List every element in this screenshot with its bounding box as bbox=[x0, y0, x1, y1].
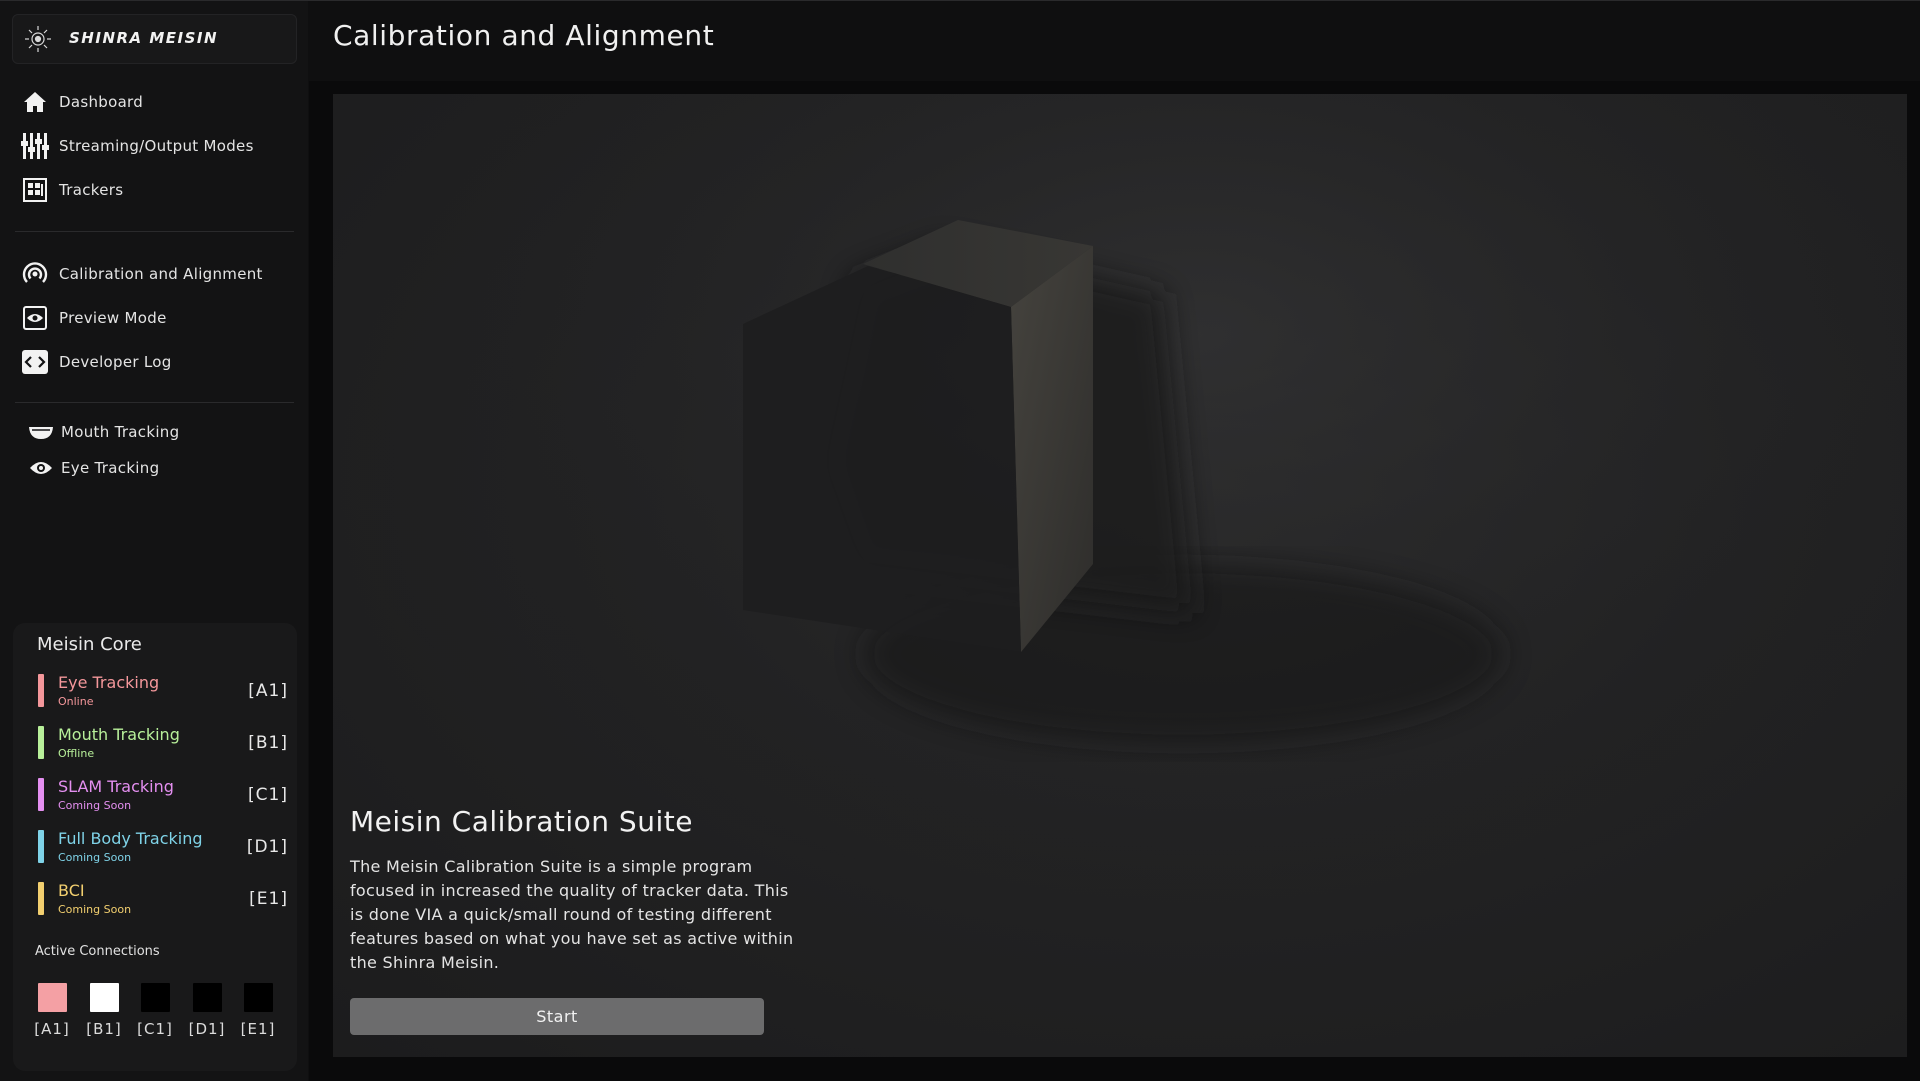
nav-divider bbox=[15, 402, 294, 403]
page-title: Calibration and Alignment bbox=[333, 19, 715, 52]
nav-developer-log[interactable]: Developer Log bbox=[20, 345, 172, 379]
tracker-name: Eye Tracking bbox=[58, 673, 160, 692]
connection-code: [A1] bbox=[34, 1020, 70, 1038]
core-row[interactable]: Eye Tracking Online [A1] bbox=[38, 673, 288, 713]
core-title: Meisin Core bbox=[37, 634, 142, 655]
target-icon bbox=[20, 259, 50, 289]
tracker-code: [D1] bbox=[246, 837, 288, 857]
nav-streaming-output-modes[interactable]: Streaming/Output Modes bbox=[20, 129, 254, 163]
core-row[interactable]: SLAM Tracking Coming Soon [C1] bbox=[38, 777, 288, 817]
nav-calibration-and-alignment[interactable]: Calibration and Alignment bbox=[20, 257, 263, 291]
suite-title: Meisin Calibration Suite bbox=[350, 805, 693, 838]
eye-box-icon bbox=[20, 303, 50, 333]
tracker-code: [E1] bbox=[249, 889, 288, 909]
start-button[interactable]: Start bbox=[350, 998, 764, 1035]
nav-label: Calibration and Alignment bbox=[59, 265, 263, 283]
connection-indicator: [D1] bbox=[187, 983, 227, 1038]
status-color-bar bbox=[38, 882, 44, 915]
connection-indicator: [E1] bbox=[238, 983, 278, 1038]
connection-swatch bbox=[192, 983, 222, 1012]
connection-indicator: [B1] bbox=[84, 983, 124, 1038]
tracker-status: Online bbox=[58, 695, 94, 708]
tracker-name: Mouth Tracking bbox=[58, 725, 180, 744]
connection-swatch bbox=[37, 983, 67, 1012]
home-icon bbox=[20, 87, 50, 117]
nav-mouth-tracking[interactable]: Mouth Tracking bbox=[27, 415, 179, 449]
nav-label: Dashboard bbox=[59, 93, 144, 111]
nav-label: Preview Mode bbox=[59, 309, 167, 327]
status-color-bar bbox=[38, 830, 44, 863]
status-color-bar bbox=[38, 778, 44, 811]
connection-swatch bbox=[140, 983, 170, 1012]
suite-description: The Meisin Calibration Suite is a simple… bbox=[350, 857, 794, 972]
core-row[interactable]: Mouth Tracking Offline [B1] bbox=[38, 725, 288, 765]
nav-eye-tracking[interactable]: Eye Tracking bbox=[27, 451, 159, 485]
tracker-status: Offline bbox=[58, 747, 95, 760]
nav-label: Trackers bbox=[59, 181, 124, 199]
sidebar: SHINRA MEISIN Dashboard Streaming/Output… bbox=[0, 1, 308, 1081]
tracker-name: SLAM Tracking bbox=[58, 777, 174, 796]
nav-trackers[interactable]: Trackers bbox=[20, 173, 123, 207]
active-connections-title: Active Connections bbox=[35, 944, 160, 959]
tracker-status: Coming Soon bbox=[58, 903, 132, 916]
sun-eye-icon bbox=[25, 26, 51, 52]
nav-dashboard[interactable]: Dashboard bbox=[20, 85, 143, 119]
connection-code: [B1] bbox=[86, 1020, 122, 1038]
brand-name: SHINRA MEISIN bbox=[69, 29, 219, 47]
tracker-name: Full Body Tracking bbox=[58, 829, 203, 848]
connection-swatch bbox=[89, 983, 119, 1012]
tracker-status: Coming Soon bbox=[58, 851, 132, 864]
connection-code: [C1] bbox=[137, 1020, 173, 1038]
tracker-name: BCI bbox=[58, 881, 85, 900]
connection-indicator: [A1] bbox=[32, 983, 72, 1038]
connection-code: [D1] bbox=[188, 1020, 226, 1038]
connection-code: [E1] bbox=[240, 1020, 276, 1038]
tracker-code: [C1] bbox=[248, 785, 288, 805]
nav-divider bbox=[15, 231, 294, 232]
nav-preview-mode[interactable]: Preview Mode bbox=[20, 301, 167, 335]
calibration-viewport[interactable]: Meisin Calibration Suite The Meisin Cali… bbox=[333, 94, 1907, 1057]
status-color-bar bbox=[38, 726, 44, 759]
nav-label: Mouth Tracking bbox=[61, 423, 180, 441]
grid-icon bbox=[20, 175, 50, 205]
nav-label: Streaming/Output Modes bbox=[59, 137, 254, 155]
core-row[interactable]: Full Body Tracking Coming Soon [D1] bbox=[38, 829, 288, 869]
eye-icon bbox=[27, 456, 55, 480]
connection-swatch bbox=[243, 983, 273, 1012]
status-color-bar bbox=[38, 674, 44, 707]
brand-header[interactable]: SHINRA MEISIN bbox=[12, 14, 297, 64]
connection-indicator: [C1] bbox=[135, 983, 175, 1038]
meisin-core-panel: Meisin Core Eye Tracking Online [A1] Mouth … bbox=[13, 623, 297, 1071]
tracker-code: [A1] bbox=[248, 681, 288, 701]
tracker-code: [B1] bbox=[248, 733, 288, 753]
nav-label: Eye Tracking bbox=[61, 459, 160, 477]
code-icon bbox=[20, 347, 50, 377]
tracker-status: Coming Soon bbox=[58, 799, 132, 812]
mouth-icon bbox=[27, 420, 55, 444]
nav-label: Developer Log bbox=[59, 353, 172, 371]
core-row[interactable]: BCI Coming Soon [E1] bbox=[38, 881, 288, 921]
sliders-icon bbox=[20, 131, 50, 161]
